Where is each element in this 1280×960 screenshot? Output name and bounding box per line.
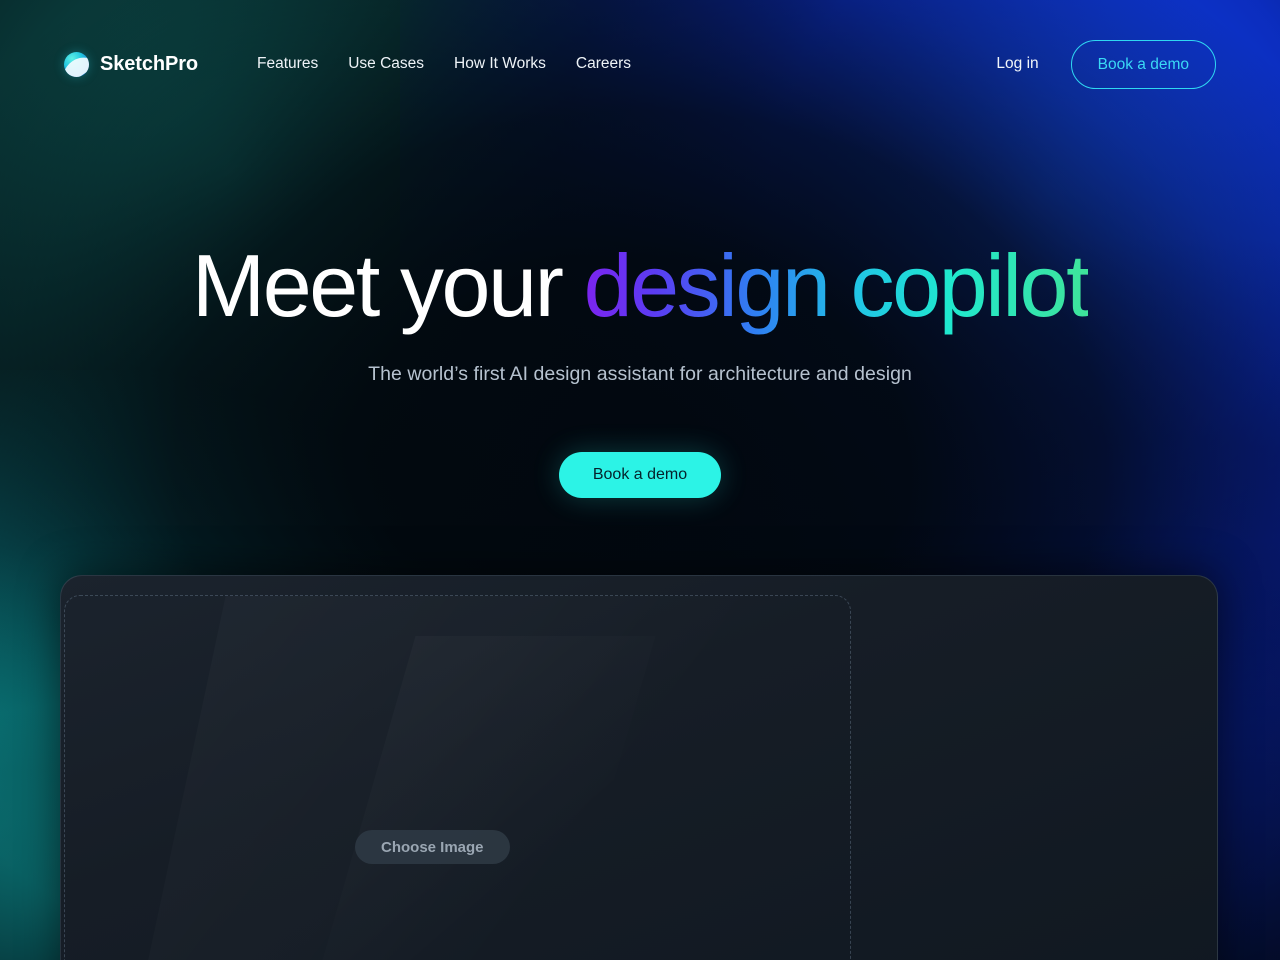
page-title: Meet your design copilot [0, 242, 1280, 330]
hero-subtitle: The world’s first AI design assistant fo… [368, 363, 912, 385]
nav-item-careers[interactable]: Careers [561, 55, 646, 73]
headline-gradient-text: design copilot [583, 236, 1091, 335]
nav-book-demo-button[interactable]: Book a demo [1070, 39, 1216, 89]
nav-links: Features Use Cases How It Works Careers [242, 55, 646, 73]
nav-item-features[interactable]: Features [242, 55, 333, 73]
choose-image-button[interactable]: Choose Image [355, 830, 510, 864]
nav-item-how-it-works[interactable]: How It Works [439, 55, 561, 73]
image-dropzone[interactable] [64, 595, 851, 960]
brand-name: SketchPro [100, 52, 199, 75]
main-navigation: SketchPro Features Use Cases How It Work… [0, 0, 1280, 128]
hero-book-demo-button[interactable]: Book a demo [558, 452, 722, 498]
nav-item-use-cases[interactable]: Use Cases [333, 55, 439, 73]
nav-actions: Log in Book a demo [996, 39, 1216, 89]
login-link[interactable]: Log in [996, 55, 1038, 73]
preview-card [60, 575, 1218, 960]
sphere-swoosh-logo-icon [64, 51, 89, 77]
brand-logo[interactable]: SketchPro [64, 51, 199, 77]
hero-cta-wrap: Book a demo [0, 452, 1280, 498]
headline-plain-text: Meet your [191, 236, 584, 335]
